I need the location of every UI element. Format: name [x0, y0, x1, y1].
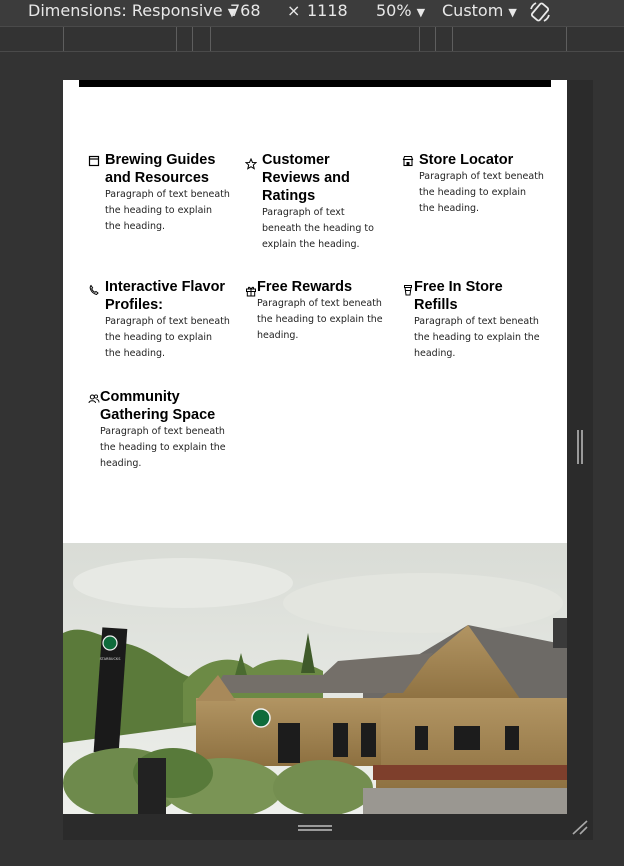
feature-text: Paragraph of text beneath the heading to…	[100, 426, 226, 469]
feature-title: Free In Store Refills	[414, 279, 503, 313]
book-icon	[88, 155, 100, 167]
times-separator: ×	[287, 1, 301, 20]
feature-text: Paragraph of text beneath the heading to…	[105, 316, 230, 359]
feature-title: Customer Reviews and Ratings	[262, 152, 350, 204]
dimensions-dropdown[interactable]: Dimensions: Responsive ▼	[28, 1, 236, 20]
rotate-icon[interactable]	[528, 0, 554, 24]
corner-resize-handle[interactable]	[570, 818, 590, 836]
feature-title: Store Locator	[419, 152, 514, 168]
coffee-shop-building-photo: STARBUCKS	[63, 543, 567, 814]
width-input[interactable]: 768	[230, 1, 261, 20]
gift-icon	[246, 286, 256, 297]
device-viewport: Brewing Guides and Resources Paragraph o…	[63, 80, 567, 814]
zoom-dropdown[interactable]: 50% ▼	[376, 1, 425, 20]
community-icon	[88, 394, 100, 404]
feature-text: Paragraph of text beneath the heading to…	[419, 171, 544, 214]
feature-title: Community Gathering Space	[100, 389, 216, 423]
zoom-label: 50%	[376, 1, 412, 20]
feature-text: Paragraph of text beneath the heading to…	[414, 316, 540, 359]
cup-icon	[404, 285, 412, 296]
feature-title: Interactive Flavor Profiles:	[105, 279, 226, 313]
throttle-dropdown[interactable]: Custom ▼	[442, 1, 517, 20]
star-icon	[245, 158, 257, 170]
chevron-down-icon: ▼	[508, 6, 517, 19]
height-input[interactable]: 1118	[307, 1, 348, 20]
header-bar	[79, 80, 551, 87]
dimensions-label: Dimensions: Responsive	[28, 1, 223, 20]
feature-text: Paragraph of text beneath the heading to…	[257, 298, 383, 341]
right-resize-handle[interactable]	[576, 430, 584, 464]
phone-icon	[89, 284, 99, 296]
throttle-label: Custom	[442, 1, 504, 20]
store-icon	[402, 155, 414, 167]
bottom-resize-handle[interactable]	[298, 824, 332, 832]
feature-text: Paragraph of text beneath the heading to…	[262, 207, 374, 250]
media-query-bar[interactable]	[0, 26, 624, 52]
device-toolbar: Dimensions: Responsive ▼ 768 × 1118 50% …	[0, 0, 624, 26]
feature-title: Brewing Guides and Resources	[105, 152, 216, 186]
chevron-down-icon: ▼	[416, 6, 426, 19]
feature-text: Paragraph of text beneath the heading to…	[105, 189, 230, 232]
feature-title: Free Rewards	[257, 279, 353, 295]
sign-text: STARBUCKS	[100, 657, 122, 661]
